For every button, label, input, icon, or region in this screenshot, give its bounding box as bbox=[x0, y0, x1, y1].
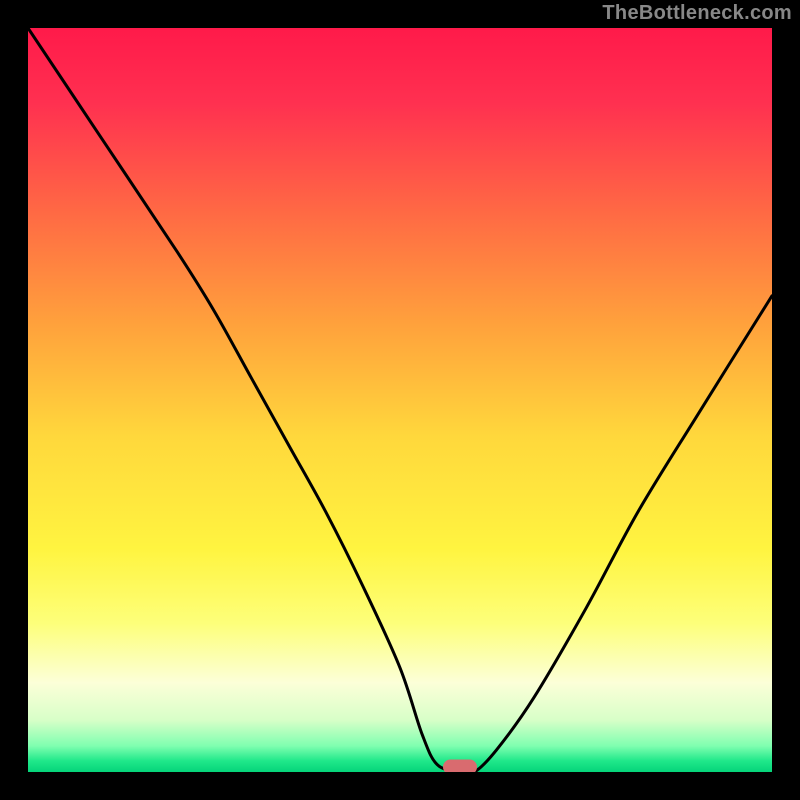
bottleneck-curve bbox=[28, 28, 772, 772]
optimal-point-marker bbox=[443, 760, 477, 773]
plot-area bbox=[28, 28, 772, 772]
watermark-label: TheBottleneck.com bbox=[602, 2, 792, 25]
chart-frame: TheBottleneck.com bbox=[0, 0, 800, 800]
